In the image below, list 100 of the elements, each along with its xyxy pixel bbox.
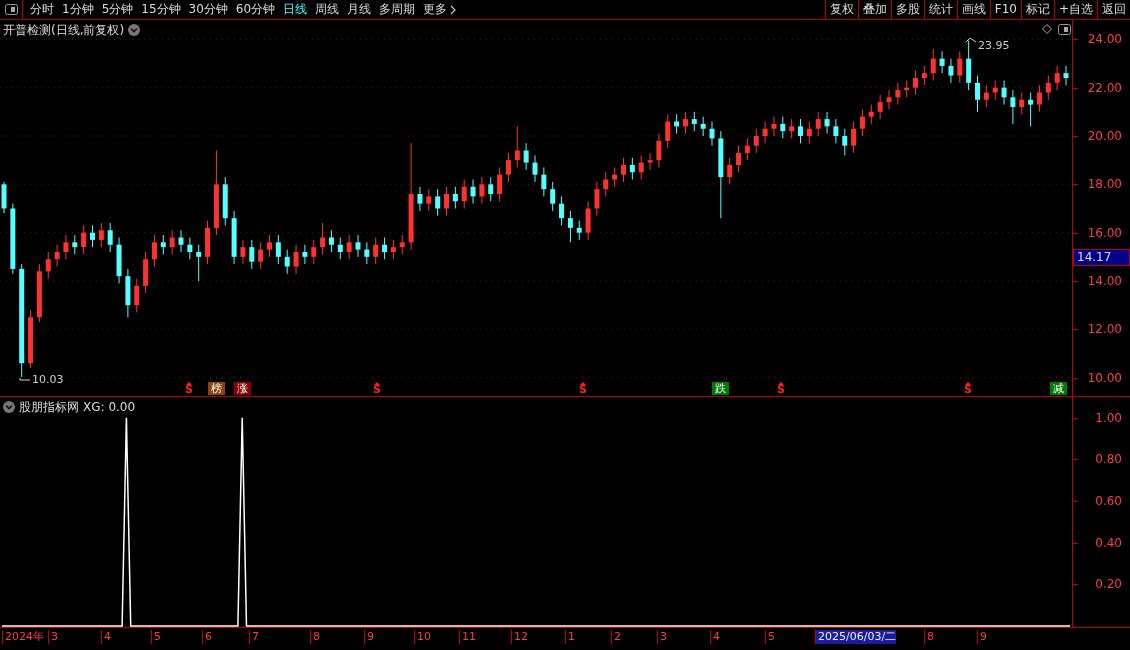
leader-line: [19, 377, 31, 381]
candlestick: [240, 239, 246, 265]
dropdown-icon[interactable]: [3, 401, 15, 413]
candlestick: [461, 179, 467, 209]
candlestick: [736, 145, 742, 173]
candlestick: [514, 125, 520, 168]
axis-label: 18.00: [1087, 177, 1122, 192]
date-label: 5: [765, 630, 775, 644]
axis-label: 24.00: [1087, 32, 1122, 47]
candlestick: [81, 224, 87, 255]
axis-label: 16.00: [1087, 225, 1122, 240]
toolbar-button[interactable]: +自选: [1053, 0, 1097, 19]
candlestick: [744, 137, 750, 161]
series-name: XG: [83, 399, 101, 416]
period-tab[interactable]: 5分钟: [97, 0, 138, 19]
diamond-icon[interactable]: [1042, 24, 1052, 34]
candlestick: [859, 108, 865, 137]
candlestick: [72, 234, 78, 255]
signal-badge: 跌: [712, 382, 729, 395]
candlestick: [753, 128, 759, 154]
chevron-icon[interactable]: [450, 4, 457, 15]
candlestick: [523, 142, 529, 171]
price-label: 10.03: [32, 372, 64, 388]
candlestick: [346, 234, 352, 260]
candlestick: [550, 181, 556, 212]
dropdown-icon[interactable]: [128, 24, 141, 36]
panel-toggle-icon[interactable]: [4, 4, 18, 15]
date-label: 6: [202, 630, 212, 644]
toolbar-button[interactable]: F10: [989, 0, 1021, 19]
toolbar-button[interactable]: 标记: [1020, 0, 1054, 19]
period-tab[interactable]: 日线: [279, 0, 312, 19]
more-button[interactable]: 更多: [419, 0, 461, 19]
date-label: 9: [364, 630, 374, 644]
date-label: 8: [310, 630, 320, 644]
candlestick: [258, 241, 264, 270]
toolbar-button[interactable]: 叠加: [857, 0, 891, 19]
candlestick: [470, 179, 476, 205]
candlestick: [833, 118, 839, 144]
axis-label: 10.00: [1087, 370, 1122, 385]
candlestick: [824, 111, 830, 135]
toolbar-button[interactable]: 统计: [923, 0, 957, 19]
candlestick: [267, 234, 272, 258]
date-label: 11: [459, 630, 476, 644]
axis-label: 20.00: [1087, 129, 1122, 143]
date-label: 1: [565, 630, 575, 644]
date-label: 2: [611, 630, 621, 644]
date-label: 2024年: [2, 630, 44, 644]
candlestick: [328, 229, 334, 253]
candlestick: [151, 234, 157, 267]
candlestick: [656, 133, 662, 168]
indicator-title: 股朋指标网: [19, 399, 79, 416]
candlestick: [886, 89, 892, 110]
candlestick: [320, 222, 326, 255]
chart-title: 开普检测(日线,前复权): [3, 22, 125, 39]
toolbar-button[interactable]: 复权: [824, 0, 858, 19]
candlestick: [541, 166, 547, 197]
toolbar-button[interactable]: 画线: [956, 0, 990, 19]
candlestick: [497, 166, 503, 202]
candlestick: [107, 222, 113, 253]
candlestick: [1036, 84, 1042, 113]
candlestick: [426, 188, 432, 212]
candlestick: [293, 244, 299, 275]
period-tab[interactable]: 分时: [26, 0, 58, 19]
candlestick: [1019, 92, 1025, 115]
period-tab[interactable]: 60分钟: [231, 0, 280, 19]
candlestick: [895, 82, 901, 106]
period-tab[interactable]: 月线: [343, 0, 376, 19]
candlestick: [488, 176, 494, 202]
candlestick: [169, 229, 175, 255]
axis-label: 12.00: [1087, 322, 1122, 337]
candlestick: [373, 237, 379, 265]
candlestick: [709, 121, 715, 147]
candlestick: [682, 111, 688, 135]
candlestick: [877, 94, 883, 120]
date-label: 3: [48, 630, 58, 644]
candlestick: [532, 154, 538, 183]
axis-label: 0.80: [1095, 452, 1122, 467]
period-tab[interactable]: 1分钟: [58, 0, 98, 19]
candlestick: [559, 195, 565, 226]
period-tab[interactable]: 30分钟: [184, 0, 232, 19]
candlestick: [930, 48, 936, 81]
candlestick: [249, 239, 255, 270]
candlestick: [665, 113, 671, 149]
candlestick: [311, 239, 317, 265]
candlestick: [638, 154, 644, 180]
candlestick: [1028, 92, 1034, 127]
candlestick: [1001, 79, 1007, 106]
date-label: 4: [101, 630, 111, 644]
toolbar-button[interactable]: 多股: [890, 0, 924, 19]
candlestick: [948, 58, 954, 84]
period-tab[interactable]: 多周期: [375, 0, 420, 19]
candlestick: [567, 210, 573, 243]
candlestick: [1010, 89, 1016, 125]
candlestick: [727, 157, 733, 185]
candlestick: [196, 244, 202, 282]
period-tab[interactable]: 周线: [311, 0, 344, 19]
indicator-reading: : 0.00: [100, 399, 136, 416]
period-tab[interactable]: 15分钟: [137, 0, 185, 19]
toolbar-button[interactable]: 返回: [1097, 0, 1130, 19]
panel-toggle-icon[interactable]: [1058, 24, 1071, 35]
